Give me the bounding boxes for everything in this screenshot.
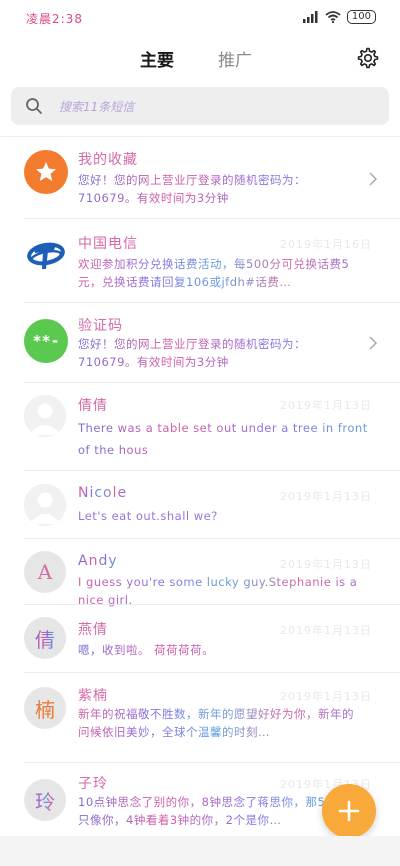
conversation-item[interactable]: 倩倩 2019年1月13日 There was a table set out … [0,383,400,471]
tab-promotions[interactable]: 推广 [218,46,252,71]
verification-code-icon: **- [24,319,68,363]
plus-icon [338,800,360,822]
contact-name: Nicole [78,485,128,501]
message-preview: 您好！您的网上营业厅登录的随机密码为：710679。有效时间为3分钟 [78,171,360,207]
china-telecom-logo-icon [24,233,68,277]
avatar: 楠 [24,687,66,729]
avatar: 倩 [24,617,66,659]
person-icon [24,484,66,526]
message-preview: 10点钟思念了别的你，8钟思念了蒋思你，那5只像你，4钟看着3钟的你，2个是你… [78,793,328,829]
message-time: 2019年1月13日 [280,558,372,571]
avatar: 玲 [24,779,66,821]
chevron-right-icon [369,172,378,186]
avatar [24,484,66,526]
contact-name: 我的收藏 [78,152,138,168]
favorites-avatar [24,150,68,194]
message-time: 2019年1月13日 [280,490,372,503]
contact-name: 燕倩 [78,622,108,638]
signal-icon [302,11,318,23]
conversation-item[interactable]: Nicole 2019年1月13日 Let's eat out.shall we… [0,471,400,539]
conversation-item[interactable]: 中国电信 2019年1月16日 欢迎参加积分兑换话费活动，每500分可兑换话费5… [0,219,400,303]
avatar-initial: 倩 [35,624,55,653]
status-time: 凌晨2:38 [26,12,83,26]
header: 主要 推广 [0,36,400,82]
contact-name: Andy [78,553,118,569]
message-time: 2019年1月16日 [280,238,372,251]
avatar-initial: 楠 [35,697,55,722]
avatar [24,395,66,437]
star-icon [36,162,56,181]
message-time: 2019年1月13日 [280,690,372,703]
person-icon [24,395,66,437]
status-bar: 凌晨2:38 100 [0,0,400,36]
avatar-initial: 玲 [35,786,55,815]
contact-name: 验证码 [78,318,123,334]
avatar-initial: A [37,560,53,584]
message-preview: 新年的祝福敬不胜数，新年的愿望好好为你，新年的问候依旧美妙，全球个温馨的时刻… [78,705,360,741]
status-icons: 100 [302,10,376,24]
conversation-item[interactable]: 楠 紫楠 2019年1月13日 新年的祝福敬不胜数，新年的愿望好好为你，新年的问… [0,673,400,763]
gear-icon[interactable] [356,46,380,70]
conversation-item[interactable]: 我的收藏 您好！您的网上营业厅登录的随机密码为：710679。有效时间为3分钟 [0,137,400,219]
message-preview: There was a table set out under a tree i… [78,417,368,461]
contact-name: 紫楠 [78,688,108,704]
verification-code-text: **- [32,332,60,350]
search-icon [26,98,42,114]
tab-main[interactable]: 主要 [140,46,174,71]
message-time: 2019年1月13日 [280,624,372,637]
message-preview: 欢迎参加积分兑换话费活动，每500分可兑换话费5元，兑换话费请回复106或jfd… [78,255,360,291]
search-placeholder: 搜索11条短信 [59,100,135,114]
message-preview: 您好！您的网上营业厅登录的随机密码为：710679。有效时间为3分钟 [78,335,360,371]
message-time: 2019年1月13日 [280,399,372,412]
contact-name: 子玲 [78,776,108,792]
chevron-right-icon [369,336,378,350]
contact-name: 倩倩 [78,398,108,414]
conversation-item[interactable]: 倩 燕倩 2019年1月13日 嗯，收到啦。 荷荷荷荷。 [0,605,400,673]
new-message-button[interactable] [322,784,376,838]
wifi-icon [325,11,341,23]
message-preview: 嗯，收到啦。 荷荷荷荷。 [78,641,360,659]
avatar: A [24,551,66,593]
conversation-item[interactable]: A Andy 2019年1月13日 I guess you're some lu… [0,539,400,607]
contact-name: 中国电信 [78,236,138,252]
search-bar[interactable]: 搜索11条短信 [11,87,389,125]
battery-icon: 100 [346,10,376,24]
navigation-bar [0,836,400,866]
conversation-item[interactable]: **- 验证码 您好！您的网上营业厅登录的随机密码为：710679。有效时间为3… [0,303,400,383]
message-preview: Let's eat out.shall we? [78,509,218,523]
